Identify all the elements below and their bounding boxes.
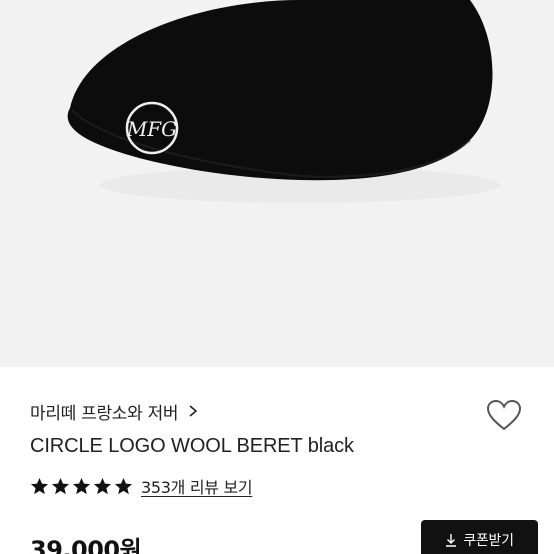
review-count-link[interactable]: 353개 리뷰 보기 [141, 474, 253, 498]
brand-name: 마리떼 프랑소와 저버 [30, 403, 179, 424]
brand-link[interactable]: 마리떼 프랑소와 저버 [30, 400, 200, 424]
star-filled-icon [72, 477, 91, 494]
star-filled-icon [30, 477, 49, 494]
coupon-button[interactable]: 쿠폰받기 [421, 520, 538, 554]
wishlist-button[interactable] [484, 395, 524, 435]
rating-row: 353개 리뷰 보기 [30, 474, 253, 498]
product-info-panel: 마리떼 프랑소와 저버 CIRCLE LOGO WOOL BERET black… [0, 367, 554, 554]
product-title: CIRCLE LOGO WOOL BERET black [30, 435, 354, 457]
download-icon [446, 534, 457, 547]
star-rating [30, 477, 133, 496]
star-filled-icon [93, 477, 112, 494]
price: 39,000원 [30, 536, 142, 554]
star-filled-icon [51, 477, 70, 494]
coupon-label: 쿠폰받기 [463, 533, 514, 549]
logo-letters: MFG [126, 117, 177, 141]
beret-photo: MFG [0, 0, 554, 367]
star-filled-icon [114, 477, 133, 494]
chevron-right-icon [189, 405, 198, 417]
product-image[interactable]: MFG [0, 0, 554, 367]
heart-outline-icon [486, 399, 522, 431]
